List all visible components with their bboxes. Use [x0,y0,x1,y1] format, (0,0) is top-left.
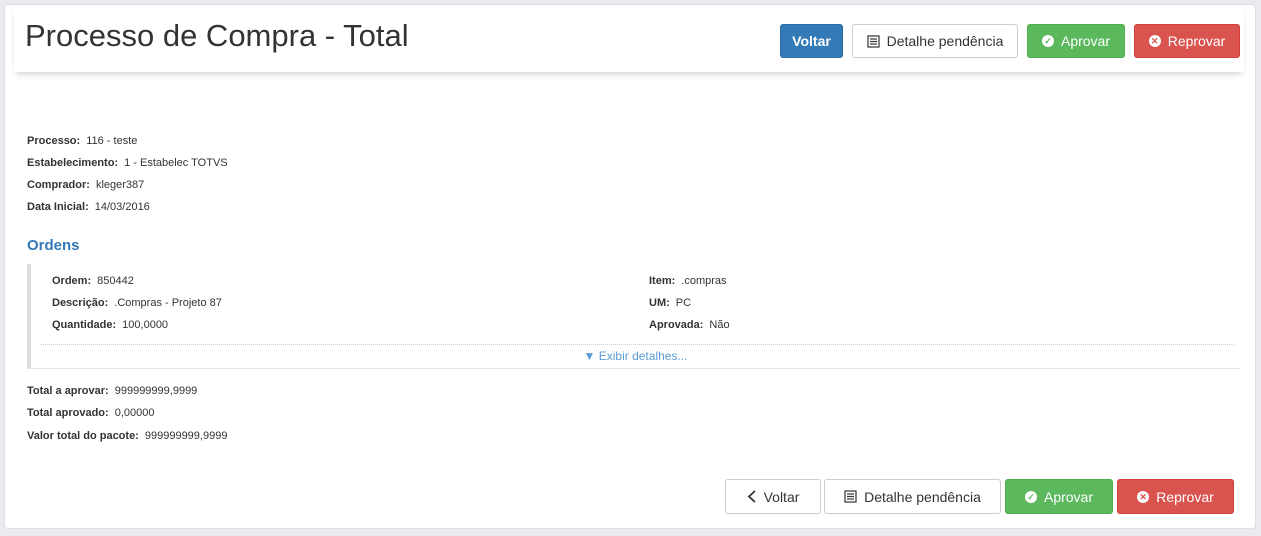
order-quantity-field: Quantidade: 100,0000 [52,318,168,332]
check-circle-icon: ✓ [1041,35,1054,47]
back-button-label: Voltar [792,33,831,49]
order-item-value: .compras [681,275,727,287]
check-circle-icon: ✓ [1024,490,1037,503]
page-header: Processo de Compra - Total Voltar Detalh… [14,5,1244,72]
process-field: Processo: 116 - teste [27,134,137,148]
back-button-bottom[interactable]: Voltar [725,479,821,514]
buyer-field: Comprador: kleger387 [27,178,144,192]
total-approved-field: Total aprovado: 0,00000 [27,406,154,420]
reject-button-bottom[interactable]: ✕ Reprovar [1117,479,1234,514]
order-item-label: Item: [649,275,676,287]
pending-detail-button-bottom[interactable]: Detalhe pendência [824,479,1001,514]
total-approved-value: 0,00000 [114,407,155,419]
reject-button-top[interactable]: ✕ Reprovar [1134,24,1240,58]
order-description-field: Descrição: .Compras - Projeto 87 [52,296,222,310]
order-unit-field: UM: PC [649,296,691,310]
close-circle-icon: ✕ [1137,490,1150,503]
orders-title: Ordens [27,237,80,254]
reject-bottom-label: Reprovar [1156,488,1214,505]
start-date-value: 14/03/2016 [94,201,150,213]
package-total-value: 999999999,9999 [144,430,228,442]
back-button-top[interactable]: Voltar [780,24,843,58]
reject-label: Reprovar [1167,33,1226,49]
pending-detail-button-top[interactable]: Detalhe pendência [852,24,1018,58]
package-total-field: Valor total do pacote: 999999999,9999 [27,429,227,443]
establishment-label: Estabelecimento: [27,157,119,169]
order-number-value: 850442 [97,275,134,287]
order-quantity-label: Quantidade: [52,319,117,331]
order-approved-label: Aprovada: [649,319,704,331]
approve-button-bottom[interactable]: ✓ Aprovar [1005,479,1113,514]
order-description-value: .Compras - Projeto 87 [114,297,222,309]
process-value: 116 - teste [86,135,138,147]
order-approved-value: Não [709,319,730,331]
order-approved-field: Aprovada: Não [649,318,730,332]
establishment-value: 1 - Estabelec TOTVS [124,157,228,169]
order-quantity-value: 100,0000 [122,319,169,331]
process-label: Processo: [27,135,81,147]
pending-detail-bottom-label: Detalhe pendência [864,488,981,505]
order-number-label: Ordem: [52,275,92,287]
main-panel: Processo de Compra - Total Voltar Detalh… [4,4,1256,529]
order-description-label: Descrição: [52,297,109,309]
close-circle-icon: ✕ [1148,35,1161,47]
buyer-label: Comprador: [27,179,90,191]
start-date-field: Data Inicial: 14/03/2016 [27,200,150,214]
buyer-value: kleger387 [95,179,145,191]
show-details-link[interactable]: ▼ Exibir detalhes... [31,349,1240,363]
order-number-field: Ordem: 850442 [52,274,134,288]
order-item-field: Item: .compras [649,274,727,288]
total-to-approve-value: 999999999,9999 [114,385,198,397]
order-card: Ordem: 850442 Descrição: .Compras - Projet… [27,264,1240,369]
establishment-field: Estabelecimento: 1 - Estabelec TOTVS [27,156,228,170]
back-button-bottom-label: Voltar [763,488,800,505]
start-date-label: Data Inicial: [27,201,89,213]
order-divider [41,344,1234,345]
page-title: Processo de Compra - Total [25,18,409,53]
approve-button-top[interactable]: ✓ Aprovar [1027,24,1125,58]
order-unit-label: UM: [649,297,670,309]
approve-label: Aprovar [1060,33,1111,49]
list-icon [844,490,857,503]
total-to-approve-field: Total a aprovar: 999999999,9999 [27,384,197,398]
approve-bottom-label: Aprovar [1043,488,1094,505]
total-approved-label: Total aprovado: [27,407,109,419]
package-total-label: Valor total do pacote: [27,430,139,442]
order-unit-value: PC [675,297,692,309]
chevron-left-icon [747,490,757,503]
list-icon [867,34,880,48]
total-to-approve-label: Total a aprovar: [27,385,109,397]
pending-detail-label: Detalhe pendência [886,33,1004,49]
